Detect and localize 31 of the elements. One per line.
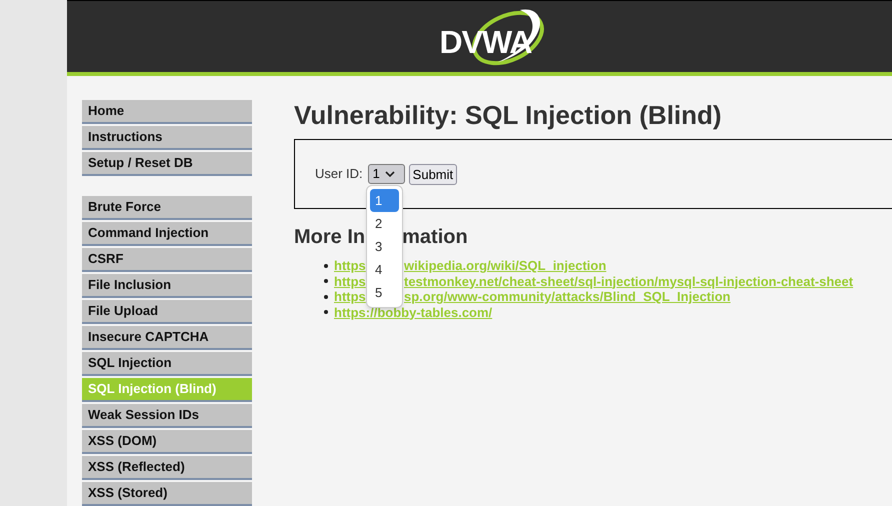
- menu-item[interactable]: Weak Session IDs: [82, 404, 252, 428]
- menu-item[interactable]: Insecure CAPTCHA: [82, 326, 252, 350]
- menu-item[interactable]: Instructions: [82, 126, 252, 150]
- submit-button[interactable]: Submit: [408, 164, 458, 184]
- section-heading: mation: [402, 225, 468, 249]
- user-id-select[interactable]: 1: [368, 164, 405, 184]
- menu-item[interactable]: XSS (DOM): [82, 430, 252, 454]
- dropdown-option[interactable]: 4: [370, 258, 399, 281]
- menu-item[interactable]: Setup / Reset DB: [82, 152, 252, 176]
- menu-item[interactable]: Command Injection: [82, 222, 252, 246]
- menu-item[interactable]: File Inclusion: [82, 274, 252, 298]
- menu-item[interactable]: Brute Force: [82, 196, 252, 220]
- user-id-label: User ID:: [315, 165, 363, 184]
- menu-item[interactable]: CSRF: [82, 248, 252, 272]
- page-title: Vulnerability: SQL Injection (Blind): [294, 99, 723, 131]
- dropdown-option[interactable]: 2: [370, 212, 399, 235]
- chevron-down-icon: [384, 171, 395, 177]
- menu-item[interactable]: SQL Injection: [82, 352, 252, 376]
- bullet-icon: [324, 294, 328, 299]
- menu-item[interactable]: File Upload: [82, 300, 252, 324]
- bullet-icon: [324, 279, 328, 284]
- select-value: 1: [372, 165, 380, 184]
- section-heading: More In: [294, 225, 366, 249]
- bullet-icon: [324, 264, 328, 268]
- menu-item[interactable]: XSS (Stored): [82, 482, 252, 506]
- dropdown-option[interactable]: 5: [370, 281, 399, 304]
- bullet-icon: [324, 310, 328, 314]
- menu-item[interactable]: Home: [82, 100, 252, 124]
- menu-item[interactable]: XSS (Reflected): [82, 456, 252, 480]
- dropdown-option[interactable]: 1: [370, 189, 399, 212]
- dropdown-option[interactable]: 3: [370, 235, 399, 258]
